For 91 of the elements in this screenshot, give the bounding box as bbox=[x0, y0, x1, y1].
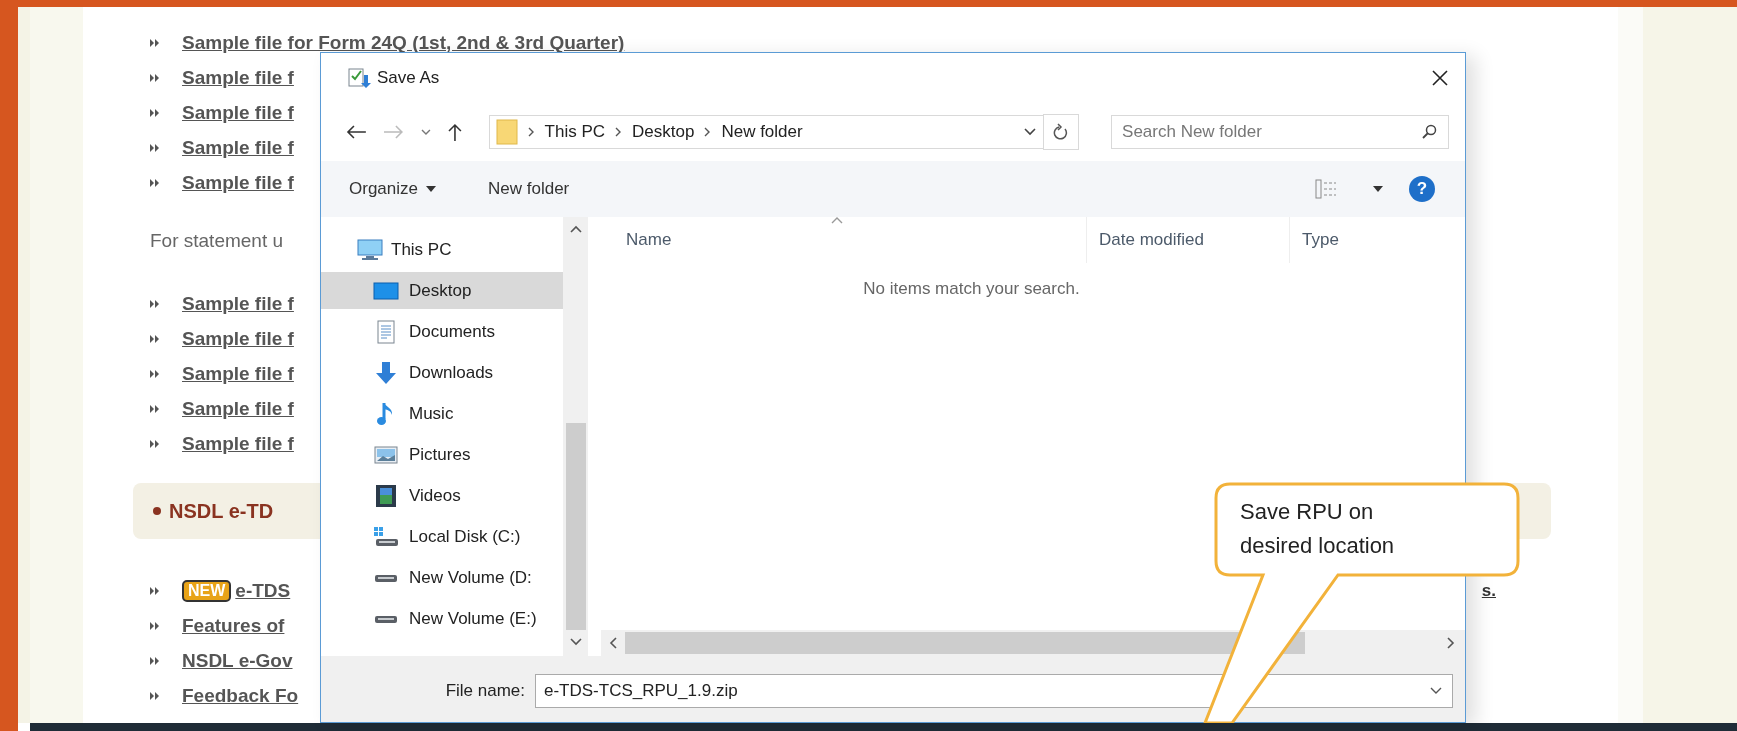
toolbar-button[interactable]: New folder bbox=[480, 175, 578, 203]
back-arrow-icon[interactable] bbox=[345, 124, 367, 140]
scroll-up-icon[interactable] bbox=[569, 225, 582, 233]
refresh-icon bbox=[1053, 123, 1070, 141]
refresh-button[interactable] bbox=[1043, 114, 1080, 150]
link[interactable]: Sample file f bbox=[182, 432, 294, 455]
breadcrumb[interactable]: New folder bbox=[721, 122, 803, 142]
column-header[interactable]: Name bbox=[588, 217, 1087, 263]
close-icon[interactable] bbox=[1431, 69, 1449, 87]
film-icon bbox=[375, 483, 397, 508]
breadcrumb[interactable]: Desktop bbox=[632, 122, 695, 142]
chevron-icon bbox=[150, 73, 160, 82]
chevron-icon bbox=[150, 299, 160, 308]
chevron-icon bbox=[150, 656, 160, 665]
link[interactable]: Sample file for Form 24Q (1st, 2nd & 3rd Quarter) bbox=[182, 31, 625, 54]
chevron-icon bbox=[150, 108, 160, 117]
link[interactable]: s. bbox=[1481, 582, 1496, 599]
scrollbar-thumb[interactable] bbox=[625, 632, 1305, 654]
chevron-icon bbox=[150, 586, 160, 595]
address-bar[interactable]: This PC Desktop New folder bbox=[488, 115, 1045, 149]
caret-icon bbox=[426, 186, 436, 192]
up-arrow-icon[interactable] bbox=[446, 122, 463, 142]
chevron-icon bbox=[150, 38, 160, 47]
nav-item[interactable]: New Volume (E:) bbox=[321, 600, 563, 637]
empty-message: No items match your search. bbox=[862, 279, 1081, 299]
drive-icon bbox=[373, 525, 399, 548]
link[interactable]: NSDL e-Gov bbox=[182, 649, 293, 672]
link[interactable]: Sample file f bbox=[182, 292, 294, 315]
paragraph: For statement u bbox=[150, 230, 284, 252]
caret-icon[interactable] bbox=[1373, 186, 1383, 192]
scroll-down-icon[interactable] bbox=[569, 638, 582, 646]
chevron-icon bbox=[150, 334, 160, 343]
nav-item[interactable]: Videos bbox=[321, 477, 563, 514]
search-icon bbox=[1421, 124, 1437, 140]
chevron-right-icon bbox=[704, 127, 712, 137]
column-header[interactable]: Type bbox=[1290, 217, 1465, 263]
save-document-icon bbox=[347, 67, 371, 89]
sort-caret-icon bbox=[831, 217, 843, 224]
new-badge: NEW bbox=[182, 579, 232, 602]
folder-icon bbox=[495, 119, 518, 145]
scroll-left-icon[interactable] bbox=[609, 637, 617, 649]
chevron-icon bbox=[150, 178, 160, 187]
link[interactable]: Feedback Fo bbox=[182, 684, 299, 707]
document-icon bbox=[376, 319, 396, 344]
monitor-icon bbox=[357, 238, 383, 261]
screen-icon bbox=[373, 280, 399, 301]
chevron-down-icon[interactable] bbox=[420, 128, 431, 136]
link[interactable]: Sample file f bbox=[182, 327, 294, 350]
nav-item[interactable]: Desktop bbox=[321, 272, 563, 309]
link[interactable]: Sample file f bbox=[182, 362, 294, 385]
search-field[interactable]: Search New folder bbox=[1111, 115, 1449, 149]
chevron-icon bbox=[150, 621, 160, 630]
scrollbar[interactable] bbox=[563, 217, 588, 656]
scrollbar-thumb[interactable] bbox=[565, 423, 586, 630]
link[interactable]: Sample file f bbox=[182, 136, 294, 159]
chevron-right-icon bbox=[527, 127, 535, 137]
scroll-right-icon[interactable] bbox=[1447, 637, 1455, 649]
file-name-field[interactable]: e-TDS-TCS_RPU_1.9.zip bbox=[535, 674, 1453, 708]
link[interactable]: Sample file f bbox=[182, 66, 294, 89]
breadcrumb[interactable]: This PC bbox=[544, 122, 606, 142]
chevron-right-icon bbox=[615, 127, 623, 137]
chevron-icon bbox=[150, 691, 160, 700]
scrollbar[interactable] bbox=[601, 630, 1465, 656]
nav-item[interactable]: Music bbox=[321, 395, 563, 432]
toolbar-button[interactable]: Organize bbox=[341, 175, 444, 203]
nav-item[interactable]: New Volume (D: bbox=[321, 559, 563, 596]
link[interactable]: Sample file f bbox=[182, 171, 294, 194]
field-label: File name: bbox=[444, 681, 526, 701]
arrow-down-icon bbox=[374, 360, 398, 385]
chevron-down-icon[interactable] bbox=[1023, 127, 1038, 137]
section-title: NSDL e-TD bbox=[169, 499, 274, 523]
picture-icon bbox=[374, 444, 398, 465]
link[interactable]: Sample file f bbox=[182, 101, 294, 124]
window-title: Save As bbox=[377, 68, 440, 88]
link[interactable]: e-TDS bbox=[235, 579, 291, 602]
nav-item[interactable]: Pictures bbox=[321, 436, 563, 473]
chevron-icon bbox=[150, 143, 160, 152]
link[interactable]: Sample file f bbox=[182, 397, 294, 420]
nav-item[interactable]: This PC bbox=[321, 231, 563, 268]
help-button[interactable]: ? bbox=[1409, 176, 1435, 202]
callout-text: Save RPU on desired location bbox=[1240, 498, 1396, 560]
bullet-icon bbox=[153, 507, 161, 515]
column-header[interactable]: Date modified bbox=[1087, 217, 1290, 263]
chevron-icon bbox=[150, 439, 160, 448]
link[interactable]: Features of bbox=[182, 614, 285, 637]
nav-item[interactable]: Local Disk (C:) bbox=[321, 518, 563, 555]
nav-item[interactable]: Documents bbox=[321, 313, 563, 350]
chevron-down-icon[interactable] bbox=[1429, 686, 1443, 696]
chevron-icon bbox=[150, 404, 160, 413]
chevron-icon bbox=[150, 369, 160, 378]
nav-item[interactable]: Downloads bbox=[321, 354, 563, 391]
